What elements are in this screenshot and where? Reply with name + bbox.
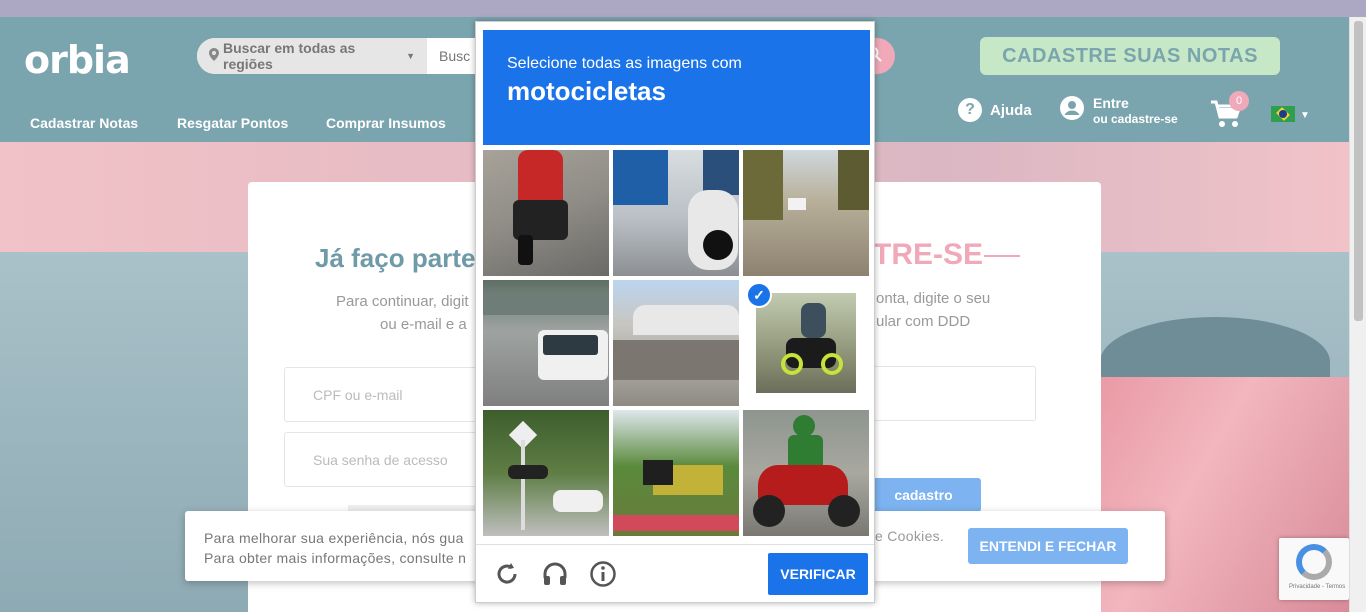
cookie-line2: Para obter mais informações, consulte n (204, 550, 467, 566)
signup-label: ou cadastre-se (1093, 111, 1178, 126)
captcha-tile-8[interactable] (613, 410, 739, 536)
brazil-flag-icon[interactable] (1271, 106, 1295, 122)
login-label: Entre (1093, 95, 1129, 111)
info-icon[interactable] (589, 560, 617, 588)
search-bar: Buscar em todas as regiões ▼ (197, 38, 487, 74)
help-link[interactable]: ? Ajuda (958, 98, 1032, 122)
region-label: Buscar em todas as regiões (223, 40, 356, 72)
login-desc-line1: Para continuar, digit (336, 293, 469, 310)
title-decoration-line (984, 255, 1020, 257)
signup-card-title: TRE-SE (873, 238, 984, 271)
captcha-tile-2[interactable] (613, 150, 739, 276)
captcha-tile-3[interactable] (743, 150, 869, 276)
phone-field[interactable] (866, 366, 1036, 421)
captcha-tile-9[interactable] (743, 410, 869, 536)
chevron-down-icon[interactable]: ▼ (1300, 110, 1310, 121)
nav-cadastrar-notas[interactable]: Cadastrar Notas (30, 115, 138, 131)
captcha-target-text: motocicletas (507, 76, 666, 106)
captcha-tile-7[interactable] (483, 410, 609, 536)
help-circle-icon: ? (958, 98, 982, 122)
signup-card-description: onta, digite o seu ular com DDD (876, 287, 990, 333)
captcha-footer-divider (476, 544, 874, 545)
nav-comprar-insumos[interactable]: Comprar Insumos (326, 115, 446, 131)
reload-icon[interactable] (493, 560, 521, 588)
cookie-text: Para melhorar sua experiência, nós gua P… (204, 528, 466, 568)
page-scrollbar[interactable] (1349, 17, 1366, 612)
signup-button[interactable]: cadastro (866, 478, 981, 512)
cpf-email-field[interactable]: CPF ou e-mail (284, 367, 484, 422)
browser-top-strip (0, 0, 1366, 17)
check-icon: ✓ (746, 282, 772, 308)
cookie-line1: Para melhorar sua experiência, nós gua (204, 530, 464, 546)
captcha-tile-1[interactable] (483, 150, 609, 276)
orbia-logo[interactable]: orbia (24, 38, 131, 82)
captcha-tile-4[interactable] (483, 280, 609, 406)
recaptcha-badge-text: Privacidade - Termos (1289, 584, 1346, 590)
nav-resgatar-pontos[interactable]: Resgatar Pontos (177, 115, 288, 131)
login-card-title: Já faço parte (315, 243, 476, 273)
captcha-prompt-text: Selecione todas as imagens com (507, 55, 742, 72)
login-card-description: Para continuar, digit ou e-mail e a (336, 290, 486, 336)
user-icon (1060, 96, 1084, 125)
password-field[interactable]: Sua senha de acesso (284, 432, 484, 487)
captcha-tile-5[interactable] (613, 280, 739, 406)
login-link[interactable]: Entre ou cadastre-se (1060, 95, 1178, 126)
recaptcha-badge[interactable]: Privacidade - Termos (1279, 538, 1349, 600)
captcha-challenge: Selecione todas as imagens com motocicle… (475, 21, 875, 603)
headphones-icon[interactable] (541, 560, 569, 588)
help-label: Ajuda (990, 101, 1032, 119)
cart-count-badge: 0 (1229, 91, 1249, 111)
scrollbar-thumb[interactable] (1354, 21, 1363, 321)
captcha-prompt: Selecione todas as imagens com motocicle… (483, 30, 870, 145)
chevron-down-icon: ▼ (406, 51, 415, 61)
recaptcha-logo-icon (1296, 544, 1332, 580)
signup-desc-line1: onta, digite o seu (876, 290, 991, 307)
verify-button[interactable]: VERIFICAR (768, 553, 868, 595)
region-selector[interactable]: Buscar em todas as regiões ▼ (197, 38, 427, 74)
map-pin-icon (209, 48, 219, 64)
register-invoices-button[interactable]: CADASTRE SUAS NOTAS (980, 37, 1280, 75)
cookie-text-end: e Cookies. (875, 528, 945, 544)
accept-cookies-button[interactable]: ENTENDI E FECHAR (968, 528, 1128, 564)
login-desc-line2: ou e-mail e a (380, 316, 467, 333)
signup-desc-line2: ular com DDD (876, 313, 971, 330)
